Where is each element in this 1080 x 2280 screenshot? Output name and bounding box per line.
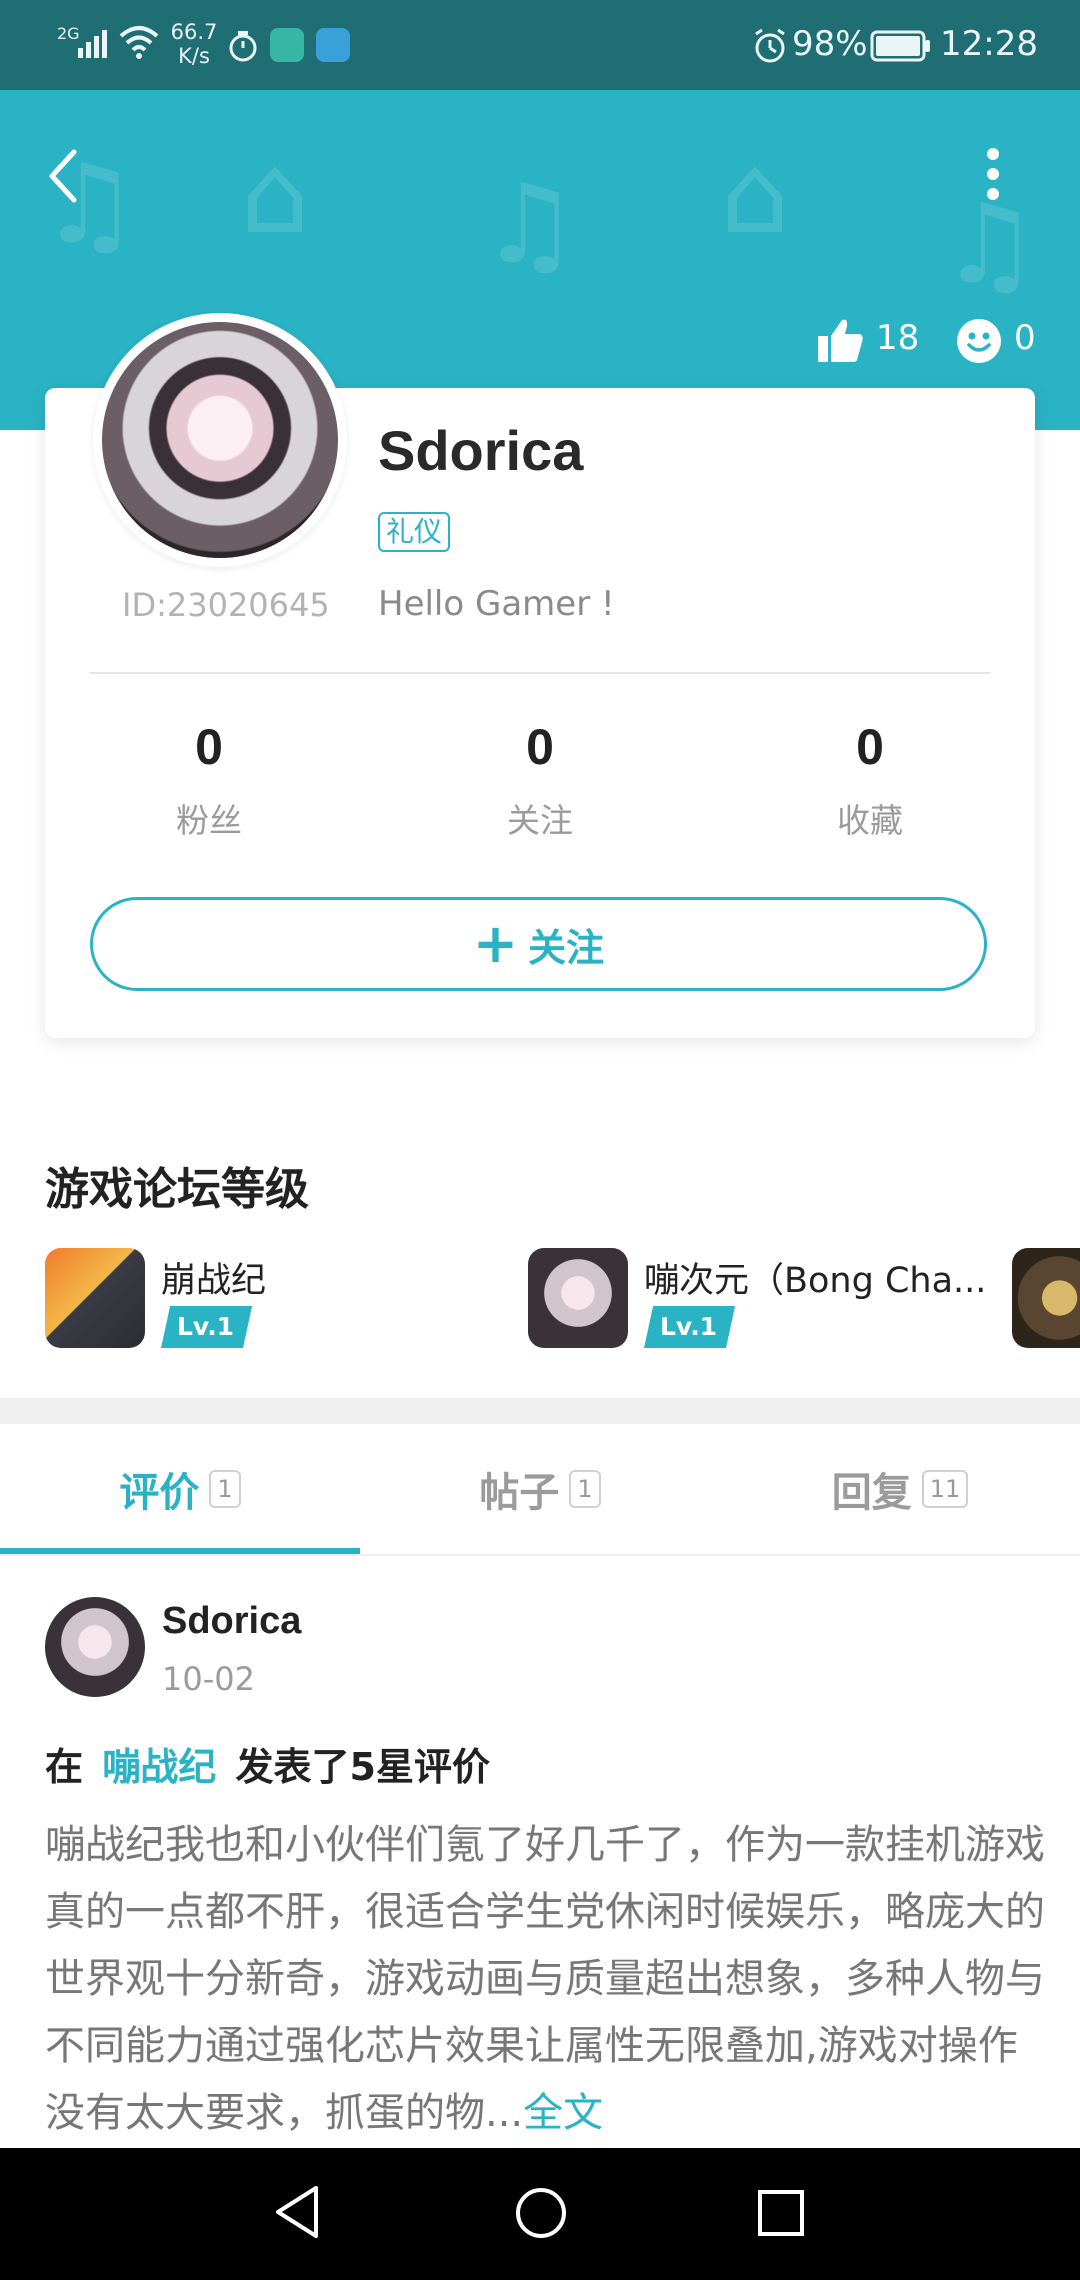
game-icon <box>528 1248 628 1348</box>
divider <box>90 672 990 674</box>
tab-reviews[interactable]: 评价 1 <box>0 1424 360 1554</box>
forum-game-item[interactable]: 嘣次元（Bong Cha... Lv.1 <box>528 1248 988 1358</box>
battery-percent: 98% <box>792 24 868 64</box>
tab-posts[interactable]: 帖子 1 <box>360 1424 720 1554</box>
gamepad-decoration-icon: ⌂ <box>720 130 790 258</box>
book-app-icon <box>316 28 350 62</box>
back-icon[interactable] <box>44 146 84 206</box>
timer-icon <box>228 30 258 66</box>
follow-button[interactable]: + 关注 <box>90 897 987 991</box>
post-headline: 在 嘣战纪 发表了5星评价 <box>45 1736 490 1791</box>
tab-count-badge: 1 <box>209 1470 241 1508</box>
emoji-count: 0 <box>1014 318 1036 358</box>
tab-label: 帖子 <box>479 1470 560 1516</box>
thumbs-up-icon[interactable] <box>816 316 864 368</box>
follow-label: 关注 <box>528 925 605 970</box>
likes-count: 18 <box>876 318 920 358</box>
level-badge: Lv.1 <box>644 1306 736 1348</box>
post-body: 嘣战纪我也和小伙伴们氪了好几千了，作为一款挂机游戏真的一点都不肝，很适合学生党休… <box>45 1812 1045 2147</box>
headline-game-link[interactable]: 嘣战纪 <box>102 1745 216 1789</box>
game-name: 嘣次元（Bong Cha... <box>644 1261 987 1301</box>
system-nav-bar <box>0 2148 1080 2280</box>
signal-icon <box>76 26 110 64</box>
forum-level-title: 游戏论坛等级 <box>45 1164 309 1215</box>
tab-count-badge: 1 <box>569 1470 601 1508</box>
tab-label: 评价 <box>119 1470 200 1516</box>
plus-icon: + <box>472 912 519 975</box>
alarm-icon <box>752 28 788 68</box>
stat-value: 0 <box>195 719 223 775</box>
network-speed: 66.7 K/s <box>170 20 218 68</box>
content-tabs: 评价 1 帖子 1 回复 11 <box>0 1424 1080 1556</box>
game-name: 崩战纪 <box>161 1261 267 1301</box>
post-author-avatar[interactable] <box>45 1597 145 1697</box>
stat-following[interactable]: 0 关注 <box>440 718 640 842</box>
nav-recents-icon[interactable] <box>756 2188 806 2242</box>
profile-username: Sdorica <box>378 419 584 482</box>
tab-count-badge: 11 <box>921 1470 969 1508</box>
game-icon <box>45 1248 145 1348</box>
avatar[interactable] <box>102 322 338 558</box>
smiley-icon[interactable] <box>956 318 1002 368</box>
post-author-name[interactable]: Sdorica <box>162 1600 301 1643</box>
stat-label: 关注 <box>507 801 573 840</box>
gamepad-decoration-icon: ⌂ <box>240 130 310 258</box>
game-icon-partial[interactable] <box>1012 1248 1080 1348</box>
stat-label: 粉丝 <box>176 801 242 840</box>
headline-suffix: 发表了5星评价 <box>235 1745 490 1789</box>
headline-prefix: 在 <box>45 1745 84 1789</box>
battery-icon <box>870 30 932 66</box>
user-bio: Hello Gamer ! <box>378 584 615 624</box>
nav-back-icon[interactable] <box>272 2184 322 2244</box>
user-id: ID:23020645 <box>122 586 330 624</box>
app-notification-icon <box>270 28 304 62</box>
clock: 12:28 <box>940 24 1038 64</box>
stat-favorites[interactable]: 0 收藏 <box>770 718 970 842</box>
section-separator <box>0 1398 1080 1424</box>
stat-label: 收藏 <box>837 801 903 840</box>
user-tag-badge: 礼仪 <box>378 512 451 552</box>
music-note-decoration-icon: ♫ <box>480 160 579 288</box>
tab-replies[interactable]: 回复 11 <box>720 1424 1080 1554</box>
post-body-text: 嘣战纪我也和小伙伴们氪了好几千了，作为一款挂机游戏真的一点都不肝，很适合学生党休… <box>45 1822 1045 2136</box>
read-more-link[interactable]: 全文 <box>523 2090 603 2136</box>
active-tab-indicator <box>0 1548 360 1554</box>
more-options-icon[interactable] <box>985 146 1001 202</box>
status-bar: 2G 66.7 K/s 98% 12:28 <box>0 0 1080 90</box>
forum-game-item[interactable]: 崩战纪 Lv.1 <box>45 1248 505 1358</box>
stat-value: 0 <box>526 719 554 775</box>
tab-label: 回复 <box>831 1470 912 1516</box>
post-date: 10-02 <box>162 1660 255 1698</box>
nav-home-icon[interactable] <box>514 2186 568 2244</box>
level-badge: Lv.1 <box>161 1306 253 1348</box>
stat-value: 0 <box>856 719 884 775</box>
stat-followers[interactable]: 0 粉丝 <box>109 718 309 842</box>
wifi-icon <box>118 24 160 64</box>
